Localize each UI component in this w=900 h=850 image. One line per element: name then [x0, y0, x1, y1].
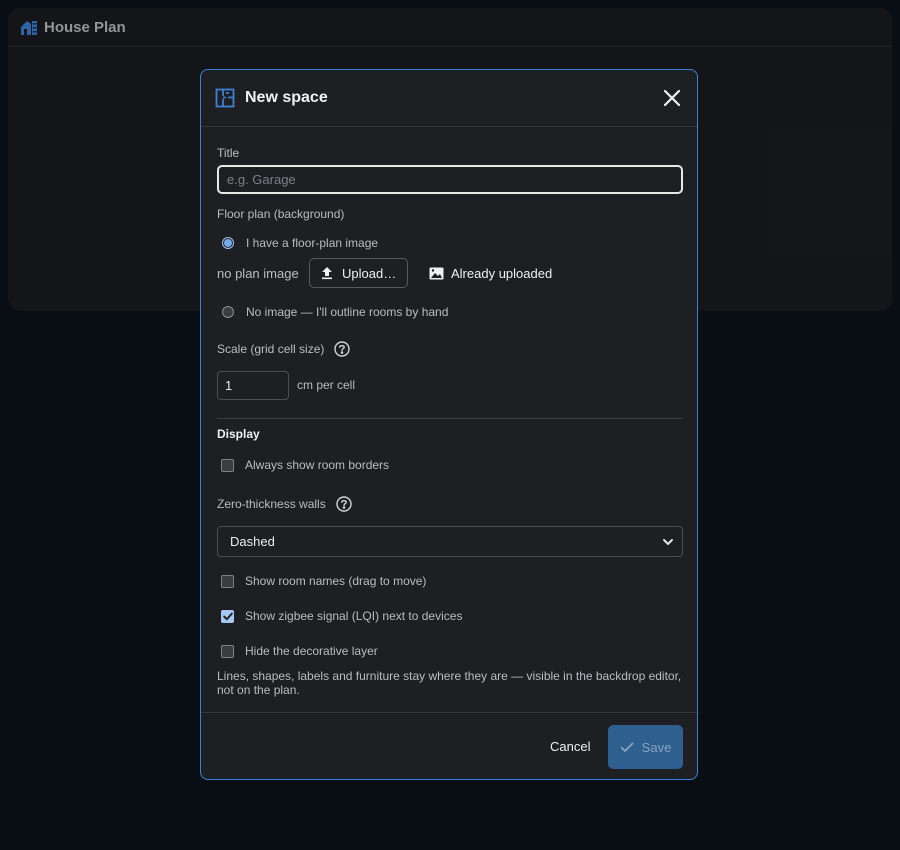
upload-label: Upload…: [342, 265, 397, 281]
already-uploaded-label: Already uploaded: [451, 266, 553, 281]
dialog-header: New space: [201, 70, 697, 127]
new-space-dialog: New space Title Floor plan (background) …: [200, 69, 698, 780]
chevron-down-icon: [662, 538, 674, 546]
footer-divider: [201, 712, 697, 713]
save-label: Save: [641, 739, 672, 755]
walls-select[interactable]: Dashed: [217, 526, 683, 557]
no-image-option[interactable]: No image — I'll outline rooms by hand: [222, 305, 448, 319]
show-lqi-checkbox[interactable]: [221, 609, 234, 623]
radio-no-image[interactable]: [222, 306, 234, 318]
walls-label-row: Zero-thickness walls: [217, 496, 352, 512]
always-borders-checkbox[interactable]: [221, 458, 234, 472]
walls-label: Zero-thickness walls: [217, 497, 326, 511]
display-heading: Display: [217, 427, 260, 441]
scale-input[interactable]: 1: [217, 371, 289, 400]
walls-select-value: Dashed: [230, 534, 275, 549]
show-names-checkbox[interactable]: [221, 574, 234, 588]
scale-unit: cm per cell: [297, 378, 356, 392]
title-input[interactable]: [217, 165, 683, 194]
already-uploaded-button[interactable]: Already uploaded: [429, 266, 552, 281]
show-names-label: Show room names (drag to move): [245, 574, 427, 588]
radio-no-image-label: No image — I'll outline rooms by hand: [246, 305, 449, 319]
always-borders-label: Always show room borders: [245, 458, 390, 472]
scale-label: Scale (grid cell size): [217, 342, 325, 356]
floor-plan-label: Floor plan (background): [217, 207, 345, 221]
title-label: Title: [217, 146, 240, 160]
help-icon[interactable]: [334, 341, 351, 357]
close-icon[interactable]: [661, 87, 683, 109]
cancel-button[interactable]: Cancel: [550, 739, 590, 754]
show-names-row[interactable]: Show room names (drag to move): [221, 574, 426, 588]
check-icon: [620, 742, 634, 753]
save-button[interactable]: Save: [608, 725, 683, 769]
radio-floor-plan-image[interactable]: [222, 237, 234, 249]
no-plan-text: no plan image: [217, 266, 299, 281]
floor-plan-image-option[interactable]: I have a floor-plan image: [222, 236, 378, 250]
hide-decor-label: Hide the decorative layer: [245, 644, 378, 658]
dialog-title: New space: [245, 89, 328, 106]
show-lqi-label: Show zigbee signal (LQI) next to devices: [245, 609, 463, 623]
scale-value: 1: [225, 378, 233, 393]
radio-floor-plan-image-label: I have a floor-plan image: [246, 236, 379, 250]
hide-decor-row[interactable]: Hide the decorative layer: [221, 644, 378, 658]
image-icon: [429, 267, 444, 280]
scale-label-row: Scale (grid cell size): [217, 341, 351, 357]
section-divider: [217, 418, 683, 419]
always-borders-row[interactable]: Always show room borders: [221, 458, 389, 472]
show-lqi-row[interactable]: Show zigbee signal (LQI) next to devices: [221, 609, 462, 623]
hide-decor-checkbox[interactable]: [221, 644, 234, 658]
decor-hint: Lines, shapes, labels and furniture stay…: [217, 669, 682, 697]
help-icon[interactable]: [336, 496, 352, 512]
upload-button[interactable]: Upload…: [309, 258, 408, 288]
floor-plan-icon: [215, 88, 235, 108]
upload-icon: [320, 266, 334, 280]
